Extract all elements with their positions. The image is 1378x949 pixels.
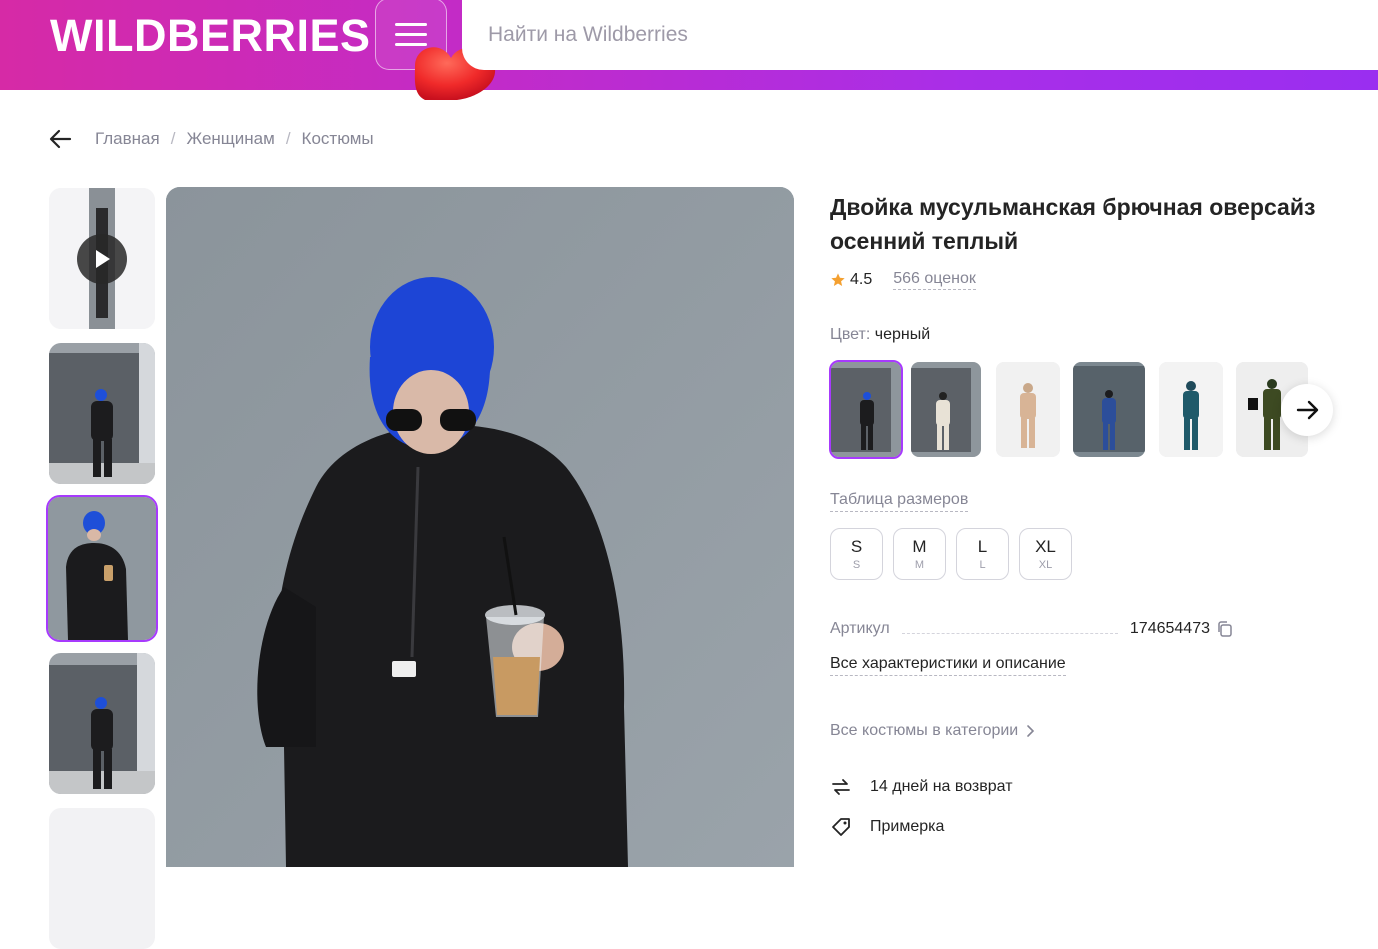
size-option-xl[interactable]: XL XL [1019, 528, 1072, 580]
thumbnail-photo-active[interactable] [46, 495, 158, 642]
feature-fitting: Примерка [830, 816, 944, 838]
next-colors-button[interactable] [1281, 384, 1333, 436]
feature-returns: 14 дней на возврат [830, 776, 1013, 798]
copy-icon[interactable] [1216, 620, 1234, 638]
tag-icon [832, 818, 850, 836]
color-swatch-white[interactable] [911, 362, 981, 457]
logo[interactable]: WILDBERRIES [50, 10, 371, 62]
color-swatch-beige[interactable] [996, 362, 1060, 457]
article-row: Артикул 174654473 [830, 620, 1234, 638]
feature-fitting-label: Примерка [870, 818, 945, 835]
breadcrumb-separator: / [170, 129, 176, 148]
thumbnail-photo[interactable] [49, 653, 155, 794]
color-swatch-teal[interactable] [1159, 362, 1223, 457]
main-product-photo[interactable] [166, 187, 794, 867]
feature-returns-label: 14 дней на возврат [870, 778, 1013, 795]
swatch-image [1159, 362, 1223, 457]
breadcrumb-women[interactable]: Женщинам [186, 129, 274, 149]
menu-icon-line [395, 32, 427, 36]
breadcrumb-suits[interactable]: Костюмы [302, 129, 374, 149]
rating: 4.5 566 оценок [830, 270, 976, 290]
swatch-image [1073, 362, 1145, 457]
thumbnail-photo[interactable] [49, 343, 155, 484]
article-label: Артикул [830, 620, 890, 637]
article-divider [901, 632, 1118, 634]
reviews-link[interactable]: 566 оценок [893, 270, 976, 290]
article-value: 174654473 [1129, 620, 1210, 637]
size-label: XL [1035, 536, 1056, 556]
size-sublabel: S [852, 558, 861, 571]
search-input[interactable] [462, 0, 1378, 70]
back-arrow-icon[interactable] [48, 126, 74, 152]
search-bar [462, 0, 1378, 70]
color-swatch-black[interactable] [829, 360, 903, 459]
size-label: S [850, 536, 863, 556]
product-photo-image [166, 187, 794, 867]
color-value: черный [874, 326, 931, 343]
swatch-image [996, 362, 1060, 457]
category-link[interactable]: Все костюмы в категории [830, 722, 1036, 740]
thumbnail-video[interactable] [49, 188, 155, 329]
size-option-s[interactable]: S S [830, 528, 883, 580]
color-label: Цвет: черный [830, 326, 930, 344]
size-option-m[interactable]: M M [893, 528, 946, 580]
header: WILDBERRIES [0, 0, 1378, 100]
breadcrumb-home[interactable]: Главная [95, 129, 160, 149]
size-label: M [912, 536, 927, 556]
thumbnail-image [48, 497, 156, 640]
color-label-text: Цвет: [830, 326, 871, 343]
breadcrumb: Главная / Женщинам / Костюмы [95, 129, 374, 149]
menu-icon-line [395, 22, 427, 26]
all-specs-link[interactable]: Все характеристики и описание [830, 655, 1066, 676]
play-icon[interactable] [77, 234, 127, 284]
category-link-label: Все костюмы в категории [830, 722, 1019, 739]
chevron-right-icon [1027, 725, 1035, 737]
star-icon [831, 273, 845, 286]
thumbnail-photo[interactable] [49, 808, 155, 949]
swatch-image [831, 362, 901, 457]
size-sublabel: M [914, 558, 925, 571]
arrow-right-icon [1296, 400, 1319, 420]
swatch-image [911, 362, 981, 457]
rating-value: 4.5 [850, 271, 873, 288]
thumbnail-image [49, 343, 155, 484]
size-selector: S S M M L L XL XL [830, 528, 1072, 580]
size-sublabel: L [979, 558, 986, 571]
return-arrows-icon [832, 779, 850, 795]
thumbnail-image [49, 653, 155, 794]
color-swatch-blue[interactable] [1073, 362, 1145, 457]
size-table-link[interactable]: Таблица размеров [830, 491, 969, 512]
size-option-l[interactable]: L L [956, 528, 1009, 580]
size-label: L [977, 536, 988, 556]
product-title: Двойка мусульманская брючная оверсайз ос… [830, 194, 1316, 254]
breadcrumb-separator: / [285, 129, 291, 148]
size-sublabel: XL [1038, 558, 1053, 571]
